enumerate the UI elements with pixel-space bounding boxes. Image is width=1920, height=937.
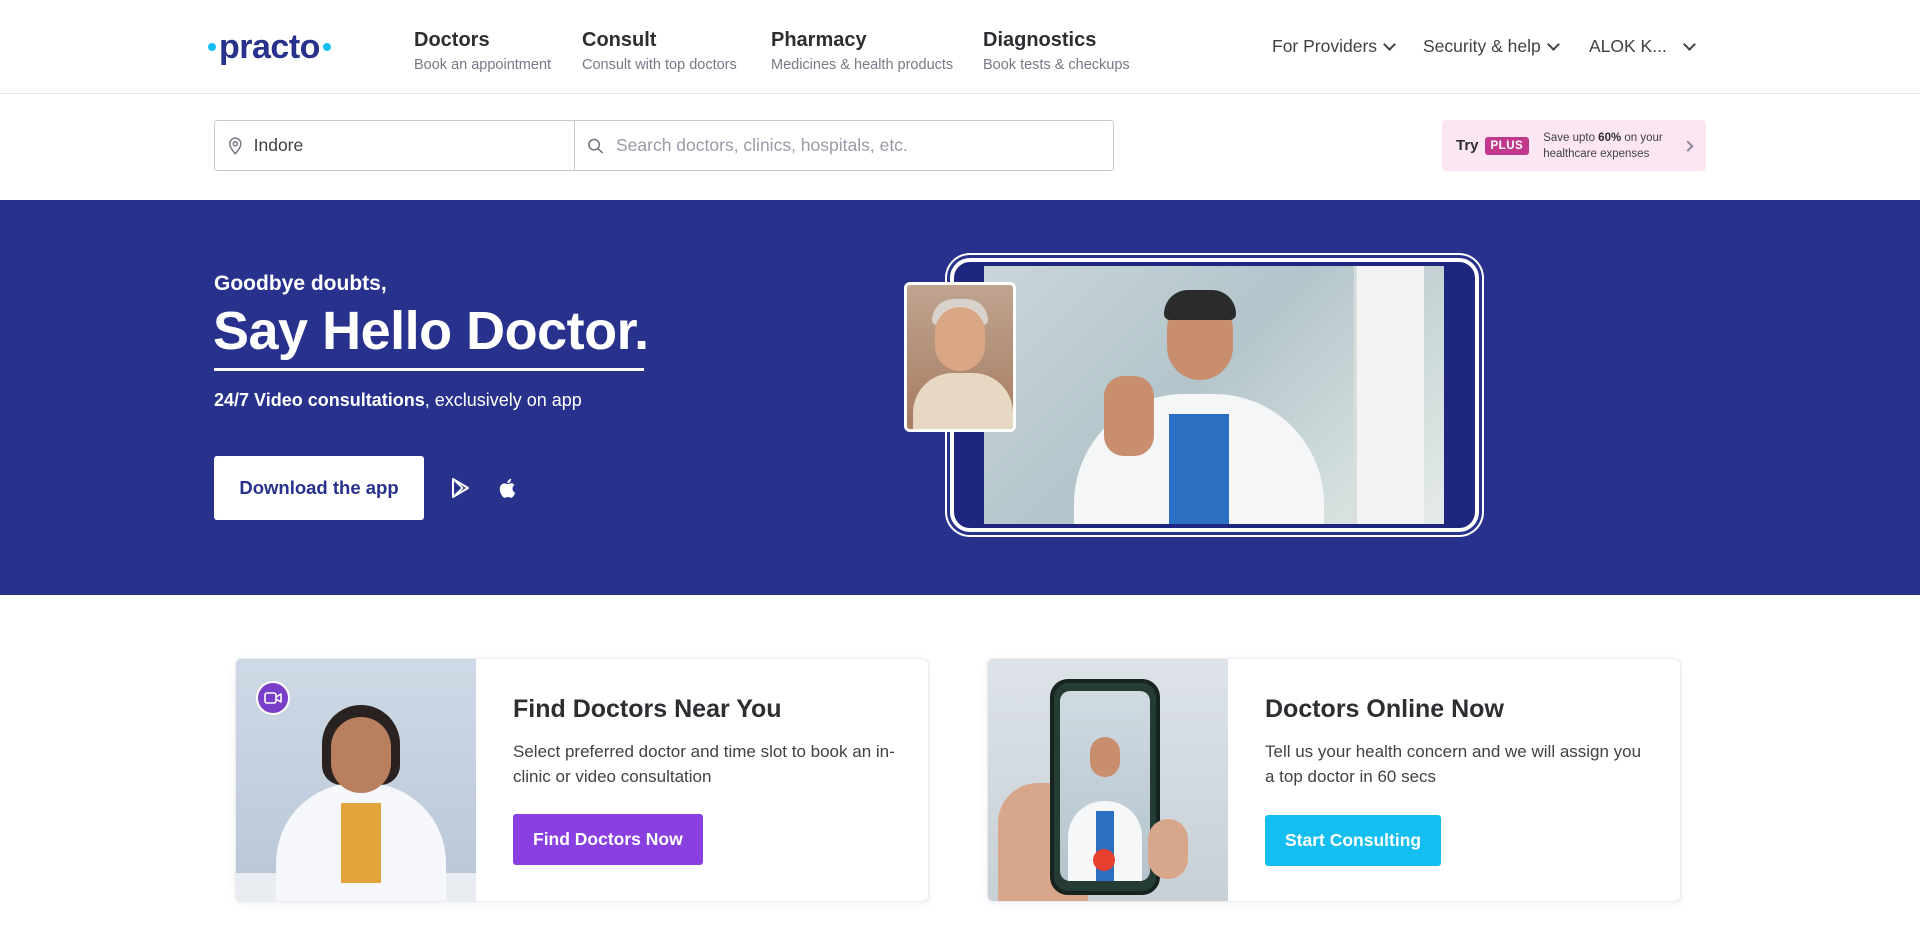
hero-kicker: Goodbye doubts, (214, 272, 387, 295)
user-menu-dropdown[interactable]: ALOK K... (1589, 36, 1696, 57)
query-field[interactable] (575, 121, 1113, 170)
doctor-head (1090, 737, 1120, 777)
hero-sub-rest: , exclusively on app (424, 390, 582, 410)
doctor-video-feed (984, 266, 1444, 524)
nav-item-doctors[interactable]: Doctors Book an appointment (414, 27, 551, 73)
nav-item-pharmacy[interactable]: Pharmacy Medicines & health products (771, 27, 953, 73)
search-icon (588, 138, 603, 153)
logo-dot-right (322, 43, 331, 51)
patient-face (935, 307, 985, 371)
hero-underline (214, 368, 644, 371)
video-call-illustration (950, 258, 1479, 532)
start-consulting-button[interactable]: Start Consulting (1265, 815, 1442, 866)
security-help-label: Security & help (1423, 36, 1541, 56)
nav-subtitle: Consult with top doctors (582, 57, 737, 73)
find-doctors-now-button[interactable]: Find Doctors Now (513, 814, 703, 865)
patient-clothing (913, 373, 1013, 429)
search-bar (214, 120, 1114, 171)
nav-title: Doctors (414, 29, 490, 51)
phone-device (1050, 679, 1160, 895)
doctor-photo (236, 659, 476, 901)
card-title: Doctors Online Now (1265, 695, 1504, 723)
chevron-right-icon (1682, 140, 1694, 151)
window-decoration (1354, 266, 1424, 524)
card-title: Find Doctors Near You (513, 695, 782, 723)
find-doctors-card: Find Doctors Near You Select preferred d… (235, 658, 929, 902)
doctor-waving-hand (1104, 376, 1154, 456)
nav-title: Consult (582, 29, 657, 51)
location-field[interactable] (215, 121, 575, 170)
logo-dot-left (208, 43, 216, 51)
logo-text: practo (219, 27, 320, 66)
phone-call-photo (988, 659, 1228, 901)
location-pin-icon (229, 136, 242, 155)
doctor-head (331, 717, 391, 793)
doctor-shirt (1169, 414, 1229, 524)
doctors-online-card: Doctors Online Now Tell us your health c… (987, 658, 1681, 902)
user-name: ALOK K... (1589, 36, 1667, 56)
try-label: Try (1456, 137, 1479, 154)
for-providers-dropdown[interactable]: For Providers (1272, 36, 1396, 57)
google-play-icon[interactable] (449, 476, 473, 500)
doctor-blouse (341, 803, 381, 883)
patient-video-thumbnail (904, 282, 1016, 432)
plus-badge: PLUS (1484, 136, 1530, 155)
nav-title: Pharmacy (771, 29, 867, 51)
security-help-dropdown[interactable]: Security & help (1423, 36, 1560, 57)
chevron-down-icon (1682, 37, 1696, 51)
nav-subtitle: Book an appointment (414, 57, 552, 73)
top-navbar: practo Doctors Book an appointment Consu… (0, 0, 1920, 94)
card-description: Select preferred doctor and time slot to… (513, 742, 895, 786)
search-input[interactable] (616, 135, 1113, 156)
chevron-down-icon (1383, 37, 1396, 51)
hero-title: Say Hello Doctor. (213, 301, 649, 361)
nav-title: Diagnostics (983, 29, 1097, 51)
video-camera-icon (256, 681, 290, 715)
nav-subtitle: Book tests & checkups (983, 57, 1130, 73)
location-input[interactable] (253, 135, 574, 156)
download-app-button[interactable]: Download the app (214, 456, 424, 520)
for-providers-label: For Providers (1272, 36, 1378, 56)
doctor-hair (1164, 290, 1236, 320)
plus-text-highlight: 60% (1598, 131, 1622, 144)
phone-screen (1060, 691, 1150, 881)
try-plus-banner[interactable]: Try PLUS Save upto 60% on your healthcar… (1442, 120, 1706, 171)
end-call-icon (1093, 849, 1115, 871)
plus-text-prefix: Save upto (1543, 131, 1599, 144)
practo-logo[interactable]: practo (208, 27, 331, 67)
nav-item-diagnostics[interactable]: Diagnostics Book tests & checkups (983, 27, 1130, 73)
apple-icon[interactable] (496, 476, 520, 500)
hero-subtitle: 24/7 Video consultations, exclusively on… (214, 390, 582, 411)
thumb (1148, 819, 1188, 879)
card-description: Tell us your health concern and we will … (1265, 742, 1642, 786)
nav-subtitle: Medicines & health products (771, 57, 954, 73)
hero-sub-bold: 24/7 Video consultations (214, 390, 425, 410)
plus-promo-text: Save upto 60% on your healthcare expense… (1543, 130, 1672, 162)
nav-item-consult[interactable]: Consult Consult with top doctors (582, 27, 737, 73)
chevron-down-icon (1546, 37, 1560, 51)
hero-banner: Goodbye doubts, Say Hello Doctor. 24/7 V… (0, 200, 1920, 595)
